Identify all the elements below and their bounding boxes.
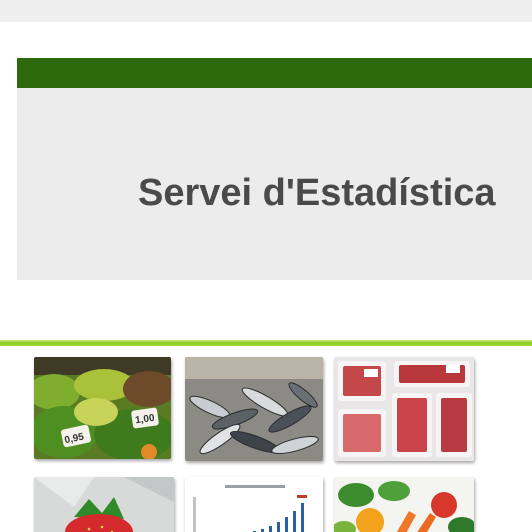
page-title: Servei d'Estadística xyxy=(138,172,496,214)
meat-trays-image xyxy=(334,357,474,461)
divider-rule xyxy=(0,340,532,346)
fresh-vegetables-image xyxy=(334,477,474,532)
strawberries-image xyxy=(34,477,174,532)
vegetable-market-photo[interactable]: 0,95 1,00 xyxy=(34,357,171,459)
chart-thumbnail-image xyxy=(185,477,323,532)
vegetable-market-image: 0,95 1,00 xyxy=(34,357,171,459)
strawberries-photo[interactable] xyxy=(34,477,174,532)
page: Servei d'Estadística 0,95 1,00 xyxy=(0,0,532,532)
statistics-chart-thumbnail[interactable] xyxy=(185,477,323,532)
fresh-vegetables-photo[interactable] xyxy=(334,477,474,532)
fish-image xyxy=(185,357,323,461)
meat-trays-photo[interactable] xyxy=(334,357,474,461)
fish-photo[interactable] xyxy=(185,357,323,461)
header-green-bar xyxy=(17,58,532,88)
top-strip xyxy=(0,0,532,22)
